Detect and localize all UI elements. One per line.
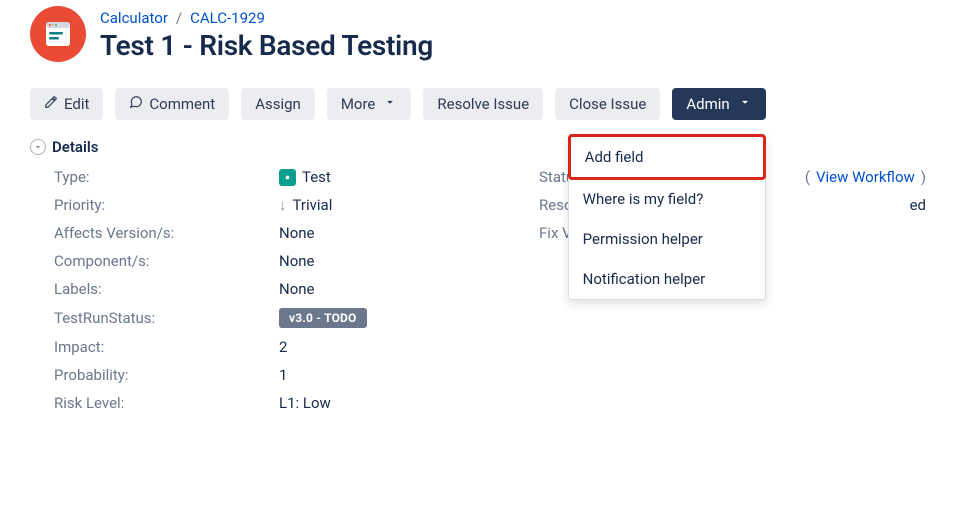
menu-where-is-my-field[interactable]: Where is my field? xyxy=(569,179,765,219)
chevron-down-icon xyxy=(738,95,752,113)
chevron-down-icon xyxy=(383,95,397,113)
type-label: Type: xyxy=(54,168,279,186)
menu-permission-helper[interactable]: Permission helper xyxy=(569,219,765,259)
close-issue-button[interactable]: Close Issue xyxy=(555,88,660,120)
affects-versions-value: None xyxy=(279,224,539,242)
breadcrumb-separator: / xyxy=(176,9,182,27)
impact-label: Impact: xyxy=(54,338,279,356)
components-label: Component/s: xyxy=(54,252,279,270)
edit-button[interactable]: Edit xyxy=(30,88,103,120)
test-type-icon xyxy=(279,169,296,186)
issue-title: Test 1 - Risk Based Testing xyxy=(100,29,926,62)
resolve-issue-button[interactable]: Resolve Issue xyxy=(423,88,543,120)
priority-text: Trivial xyxy=(293,196,333,214)
close-label: Close Issue xyxy=(569,95,646,113)
impact-value: 2 xyxy=(279,338,539,356)
type-text: Test xyxy=(302,168,331,186)
admin-label: Admin xyxy=(686,95,729,113)
type-value: Test xyxy=(279,168,539,186)
comment-label: Comment xyxy=(149,95,215,113)
priority-value: ↓ Trivial xyxy=(279,196,539,214)
affects-versions-label: Affects Version/s: xyxy=(54,224,279,242)
testrunstatus-label: TestRunStatus: xyxy=(54,309,279,327)
testrun-badge: v3.0 - TODO xyxy=(279,308,367,328)
project-avatar-icon xyxy=(30,6,86,62)
testrunstatus-value: v3.0 - TODO xyxy=(279,308,539,328)
resolve-label: Resolve Issue xyxy=(437,95,529,113)
admin-button[interactable]: Admin xyxy=(672,88,765,120)
risk-level-value: L1: Low xyxy=(279,394,539,412)
menu-add-field[interactable]: Add field xyxy=(568,134,766,180)
breadcrumb-issue-key[interactable]: CALC-1929 xyxy=(190,9,265,27)
toolbar: Edit Comment Assign More Resolve Issue C… xyxy=(30,88,926,120)
comment-button[interactable]: Comment xyxy=(115,88,229,120)
menu-notification-helper[interactable]: Notification helper xyxy=(569,259,765,299)
details-section-title: Details xyxy=(52,138,98,156)
resolution-fragment: ed xyxy=(910,196,926,214)
breadcrumb-project[interactable]: Calculator xyxy=(100,9,168,27)
assign-label: Assign xyxy=(255,95,301,113)
probability-value: 1 xyxy=(279,366,539,384)
priority-trivial-icon: ↓ xyxy=(279,196,287,214)
risk-level-label: Risk Level: xyxy=(54,394,279,412)
assign-button[interactable]: Assign xyxy=(241,88,315,120)
labels-value: None xyxy=(279,280,539,298)
components-value: None xyxy=(279,252,539,270)
probability-label: Probability: xyxy=(54,366,279,384)
view-workflow-link[interactable]: View Workflow xyxy=(816,168,915,186)
chevron-down-icon xyxy=(30,139,46,155)
more-label: More xyxy=(341,95,376,113)
comment-icon xyxy=(129,95,143,113)
priority-label: Priority: xyxy=(54,196,279,214)
edit-label: Edit xyxy=(64,95,89,113)
breadcrumb: Calculator / CALC-1929 xyxy=(100,9,926,27)
more-button[interactable]: More xyxy=(327,88,412,120)
details-section-toggle[interactable]: Details xyxy=(30,138,926,156)
labels-label: Labels: xyxy=(54,280,279,298)
pencil-icon xyxy=(44,95,58,113)
admin-dropdown: Add field Where is my field? Permission … xyxy=(568,134,766,300)
